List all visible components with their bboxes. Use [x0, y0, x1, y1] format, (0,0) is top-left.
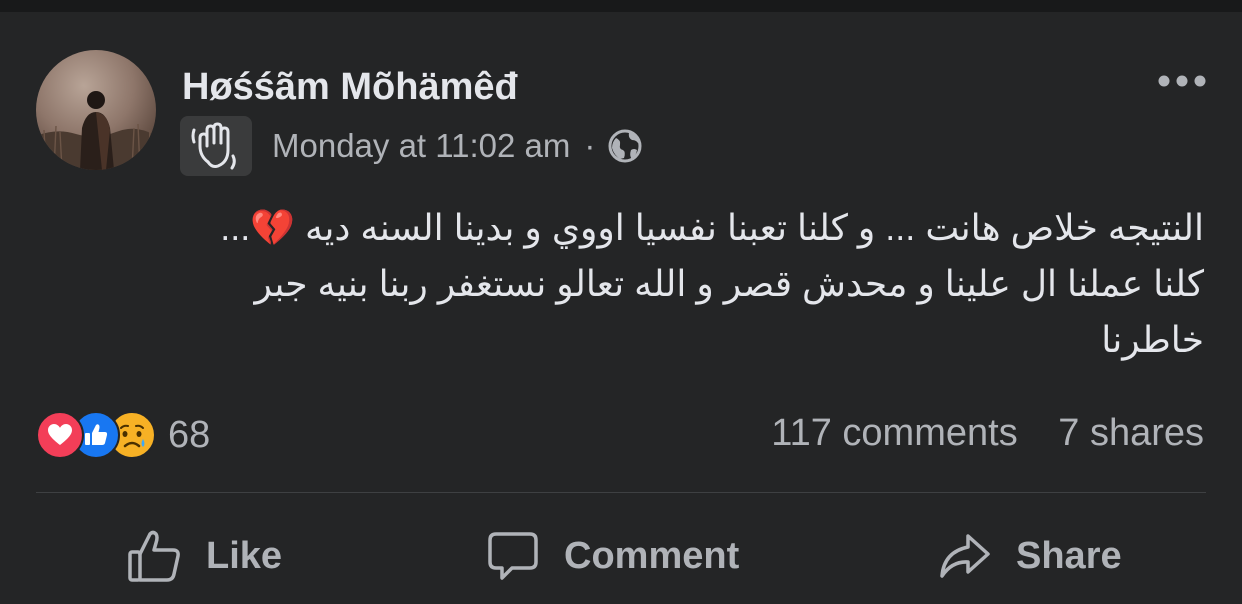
divider [36, 492, 1206, 493]
waving-hand-icon [180, 116, 252, 176]
reaction-count[interactable]: 68 [168, 414, 210, 457]
post-meta: Monday at 11:02 am · [272, 127, 643, 165]
globe-icon[interactable] [607, 128, 643, 164]
avatar[interactable] [36, 50, 156, 170]
more-options-icon[interactable] [1152, 66, 1212, 96]
top-bar [0, 0, 1242, 12]
engagement-stats: 117 comments 7 shares [771, 412, 1204, 455]
thumbs-up-icon [128, 530, 180, 582]
love-icon [36, 411, 84, 459]
comment-button[interactable]: Comment [486, 524, 739, 588]
speech-bubble-icon [488, 532, 538, 580]
comment-label: Comment [564, 534, 740, 577]
like-label: Like [206, 534, 283, 577]
share-arrow-icon [940, 534, 990, 578]
post-text-line: كلنا عملنا ال علينا و محدش قصر و الله تع… [254, 263, 1204, 304]
comments-count[interactable]: 117 comments [771, 412, 1017, 454]
post-text-line: النتيجه خلاص هانت ... و كلنا تعبنا نفسيا… [220, 207, 1204, 248]
post-timestamp[interactable]: Monday at 11:02 am [272, 127, 570, 165]
share-label: Share [1016, 534, 1122, 577]
post-text: النتيجه خلاص هانت ... و كلنا تعبنا نفسيا… [40, 200, 1204, 368]
shares-count[interactable]: 7 shares [1058, 412, 1204, 454]
like-button[interactable]: Like [126, 524, 282, 588]
share-button[interactable]: Share [938, 524, 1122, 588]
reactions-summary[interactable]: 68 [36, 410, 210, 460]
meta-separator: · [584, 127, 596, 164]
author-name[interactable]: Høśśãm Mõhämêđ [182, 66, 518, 109]
post-text-line: خاطرنا [1101, 319, 1204, 360]
